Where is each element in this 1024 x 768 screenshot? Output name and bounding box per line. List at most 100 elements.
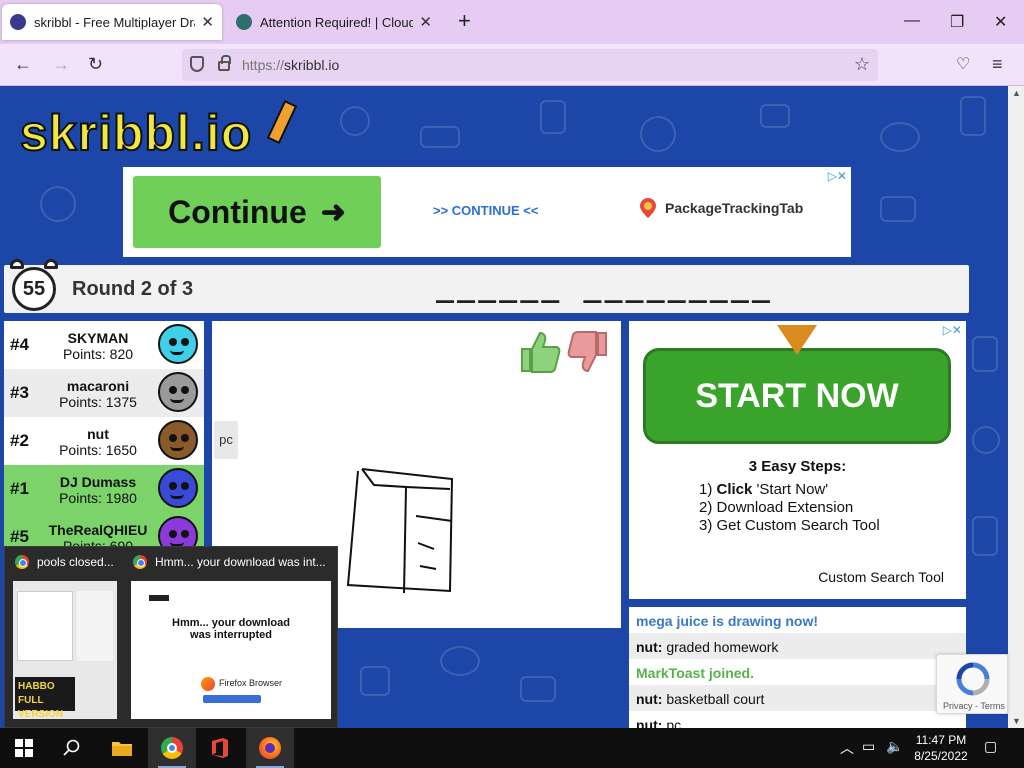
recaptcha-links[interactable]: Privacy - Terms xyxy=(943,701,1005,711)
drawing-sketch xyxy=(346,468,454,594)
player-name: DJ Dumass xyxy=(59,474,137,490)
reload-icon[interactable]: ↻ xyxy=(88,54,103,74)
logo-text: skribbl.io xyxy=(20,105,252,161)
background-doodle xyxy=(520,676,556,702)
back-icon[interactable]: ← xyxy=(14,54,32,74)
background-doodle xyxy=(760,104,790,128)
new-tab-icon[interactable]: + xyxy=(458,10,471,32)
bookmark-star-icon[interactable]: ☆ xyxy=(854,54,870,75)
skribbl-logo[interactable]: skribbl.io xyxy=(8,96,308,162)
chrome-taskbar-button[interactable] xyxy=(148,728,196,768)
start-button[interactable] xyxy=(0,728,48,768)
chat-box: mega juice is drawing now! nut: graded h… xyxy=(629,607,966,728)
ad-banner-right[interactable]: ▷✕ START NOW 3 Easy Steps: 1) Click 'Sta… xyxy=(629,321,966,599)
ad-continue-button[interactable]: Continue ➜ xyxy=(133,176,381,248)
thumbs-down-icon[interactable] xyxy=(566,329,610,375)
windows-logo-icon xyxy=(15,739,33,757)
player-points: Points: 820 xyxy=(62,346,134,362)
adchoices-icon[interactable]: ▷✕ xyxy=(943,323,962,337)
forward-icon[interactable]: → xyxy=(52,54,70,74)
player-row[interactable]: #2 nut Points: 1650 xyxy=(4,417,204,465)
player-avatar xyxy=(156,420,200,464)
browser-tab-bar: skribbl - Free Multiplayer Drawin ✕ Atte… xyxy=(0,0,1024,44)
clock-time: 11:47 PM xyxy=(915,733,967,747)
player-rank: #2 xyxy=(10,431,29,450)
background-doodle xyxy=(340,106,370,136)
ad-start-now-button[interactable]: START NOW xyxy=(643,348,951,444)
firefox-icon xyxy=(201,677,215,691)
firefox-taskbar-button[interactable] xyxy=(246,728,294,768)
clock-date: 8/25/2022 xyxy=(914,749,968,763)
preview-product: Firefox Browser xyxy=(219,678,283,688)
chat-message: nut: graded homework xyxy=(629,633,966,659)
background-doodle xyxy=(420,126,460,148)
maximize-icon[interactable]: ❐ xyxy=(950,12,964,32)
folder-icon xyxy=(112,742,132,756)
taskbar-window-preview: pools closed... Hmm... your download was… xyxy=(4,546,338,728)
page-scrollbar[interactable]: ▲ ▼ xyxy=(1008,86,1024,728)
tab-skribbl[interactable]: skribbl - Free Multiplayer Drawin ✕ xyxy=(2,4,222,40)
player-points: Points: 1980 xyxy=(59,490,137,506)
close-window-icon[interactable]: ✕ xyxy=(994,12,1007,32)
recaptcha-badge[interactable]: Privacy - Terms xyxy=(936,654,1008,714)
menu-icon[interactable]: ≡ xyxy=(992,54,1003,74)
minimize-icon[interactable]: — xyxy=(904,12,920,30)
ad-brand[interactable]: PackageTrackingTab xyxy=(639,197,803,219)
background-doodle xyxy=(880,122,920,152)
preview-title[interactable]: Hmm... your download was int... xyxy=(133,555,326,569)
chat-message: nut: pc xyxy=(636,717,682,728)
search-icon xyxy=(63,739,80,756)
adchoices-icon[interactable]: ▷✕ xyxy=(828,169,847,183)
round-indicator: Round 2 of 3 xyxy=(72,278,194,300)
background-doodle xyxy=(40,186,76,222)
player-row[interactable]: #4 SKYMAN Points: 820 xyxy=(4,321,204,369)
lock-icon[interactable] xyxy=(218,55,231,71)
file-explorer-button[interactable] xyxy=(98,728,146,768)
url-text: https://skribbl.io xyxy=(242,57,340,73)
chat-message: MarkToast joined. xyxy=(636,665,754,681)
tracking-shield-icon[interactable] xyxy=(190,56,204,72)
network-icon[interactable]: ▭ xyxy=(862,738,875,755)
background-doodle xyxy=(960,96,986,136)
chat-message: nut: basketball court xyxy=(629,685,966,711)
tab-title: Attention Required! | Cloudflare xyxy=(260,14,414,30)
close-tab-icon[interactable]: ✕ xyxy=(201,13,214,31)
chrome-icon xyxy=(161,737,183,759)
system-clock[interactable]: 11:47 PM 8/25/2022 xyxy=(910,732,972,764)
ad-continue-link[interactable]: >> CONTINUE << xyxy=(433,203,538,218)
ad-banner-top[interactable]: Continue ➜ >> CONTINUE << PackageTracking… xyxy=(123,167,851,257)
preview-thumbnail[interactable]: Hmm... your download was interrupted Fir… xyxy=(131,581,331,719)
background-doodle xyxy=(440,646,480,676)
ad-arrow-icon xyxy=(777,325,817,355)
pocket-icon[interactable]: ♡ xyxy=(956,55,970,75)
volume-icon[interactable]: 🔈 xyxy=(886,738,903,755)
preview-thumbnail[interactable]: HABBO FULL VERSION xyxy=(13,581,117,719)
thumbs-up-icon[interactable] xyxy=(518,329,562,375)
close-tab-icon[interactable]: ✕ xyxy=(419,13,432,31)
timer-value: 55 xyxy=(12,267,56,311)
scroll-down-icon[interactable]: ▼ xyxy=(1012,716,1021,726)
player-name: SKYMAN xyxy=(67,330,129,346)
ad-brand-text: PackageTrackingTab xyxy=(665,200,804,216)
player-row[interactable]: #1 DJ Dumass Points: 1980 xyxy=(4,465,204,513)
player-list: #4 SKYMAN Points: 820 #3 macaroni Points… xyxy=(4,321,204,561)
preview-title[interactable]: pools closed... xyxy=(15,555,114,569)
background-doodle xyxy=(540,100,566,134)
office-taskbar-button[interactable] xyxy=(196,728,244,768)
background-doodle xyxy=(640,116,676,152)
ad-footer: Custom Search Tool xyxy=(818,569,944,585)
address-bar[interactable]: https://skribbl.io ☆ xyxy=(182,49,878,81)
browser-nav-bar: ← → ↻ https://skribbl.io ☆ ♡ ≡ xyxy=(0,44,1024,86)
scroll-up-icon[interactable]: ▲ xyxy=(1012,88,1021,98)
tray-overflow-icon[interactable]: ︿ xyxy=(840,738,854,758)
search-button[interactable] xyxy=(48,728,96,768)
word-hint: ______ _________ xyxy=(436,269,773,304)
player-name: macaroni xyxy=(66,378,130,394)
ad-continue-label: Continue xyxy=(168,193,307,230)
recaptcha-icon xyxy=(956,662,990,696)
player-row[interactable]: #3 macaroni Points: 1375 xyxy=(4,369,204,417)
player-rank: #4 xyxy=(10,335,29,354)
notifications-icon[interactable]: ▢ xyxy=(984,738,997,755)
chrome-icon xyxy=(133,555,147,569)
tab-cloudflare[interactable]: Attention Required! | Cloudflare ✕ xyxy=(228,4,440,40)
